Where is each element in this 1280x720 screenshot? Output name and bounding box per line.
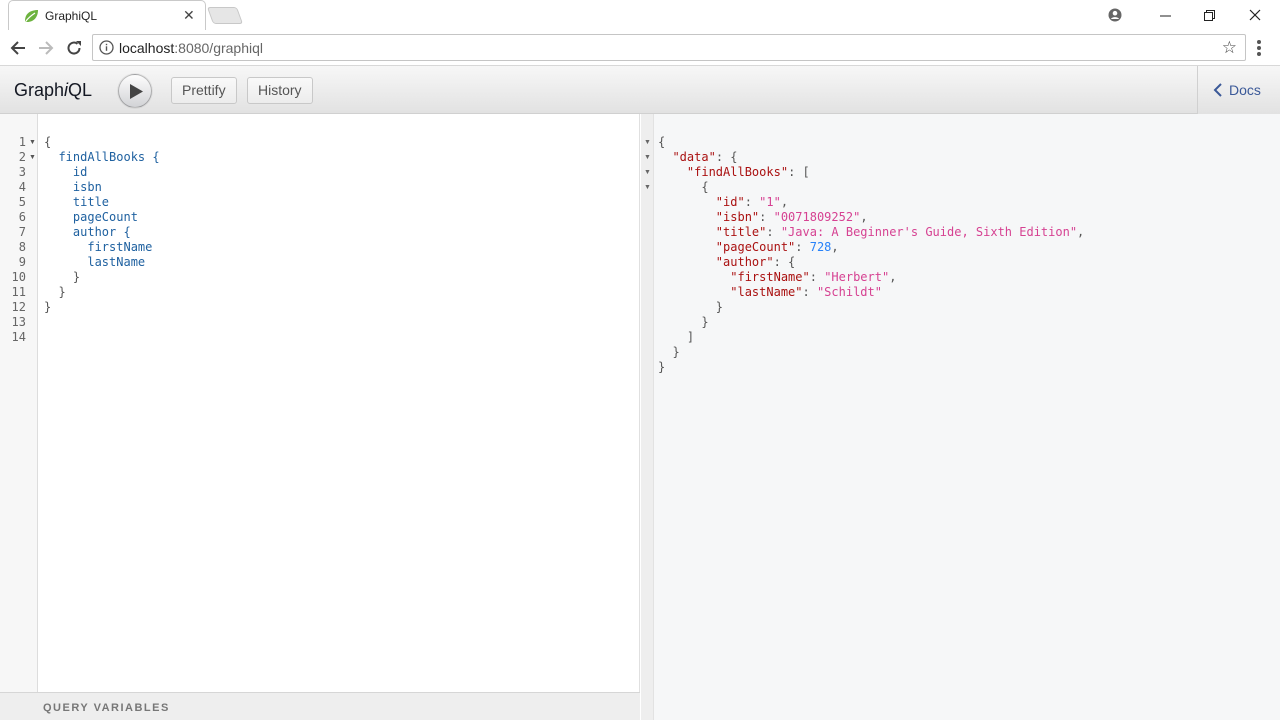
browser-menu-icon[interactable] <box>1252 38 1266 58</box>
close-icon <box>1249 9 1261 21</box>
new-tab-button[interactable] <box>206 7 244 24</box>
line-number: 13 <box>11 315 26 329</box>
line-number: 4 <box>18 180 26 194</box>
line-number-gutter: 1 2 3 4 5 6 7 8 9 10 11 12 13 14 ▼ ▼ <box>0 114 38 692</box>
prettify-button[interactable]: Prettify <box>171 77 237 104</box>
play-icon <box>130 84 143 99</box>
execute-query-button[interactable] <box>118 74 152 108</box>
window-close-button[interactable] <box>1232 0 1278 30</box>
query-line: findAllBooks { <box>58 150 160 164</box>
fold-arrow-icon[interactable]: ▼ <box>644 180 651 195</box>
line-number: 7 <box>18 225 26 239</box>
spring-leaf-icon <box>25 10 38 22</box>
history-button[interactable]: History <box>247 77 313 104</box>
graphiql-title: GraphiQL <box>14 80 92 101</box>
result-line: "title": "Java: A Beginner's Guide, Sixt… <box>715 225 1085 239</box>
profile-icon[interactable] <box>1092 0 1138 30</box>
tab-title: GraphiQL <box>45 9 98 23</box>
result-viewer[interactable]: ▼ ▼ ▼ ▼ { "data": { "findAllBooks": [ { "id… <box>641 114 1280 720</box>
reload-button[interactable] <box>62 36 86 60</box>
query-line: isbn <box>72 180 102 194</box>
docs-button[interactable]: Docs <box>1197 66 1280 114</box>
url-text[interactable]: localhost:8080/graphiql <box>119 40 263 56</box>
title-suffix: QL <box>68 80 93 100</box>
query-line: firstName <box>87 240 153 254</box>
chevron-left-icon <box>1213 83 1222 97</box>
query-line: } <box>58 285 66 299</box>
result-fold-gutter: ▼ ▼ ▼ ▼ <box>641 114 654 720</box>
line-number: 10 <box>11 270 26 284</box>
query-line: lastName <box>87 255 146 269</box>
browser-toolbar: localhost:8080/graphiql ☆ <box>0 30 1280 66</box>
tab-close-icon[interactable]: ✕ <box>183 7 195 24</box>
forward-button[interactable] <box>34 36 58 60</box>
url-host: localhost <box>119 40 175 56</box>
account-circle-icon <box>1108 8 1122 22</box>
result-line: } <box>658 360 666 374</box>
result-line: { <box>658 135 666 149</box>
query-line: { <box>44 135 52 149</box>
reload-icon <box>67 41 81 55</box>
arrow-right-icon <box>39 41 54 55</box>
query-line: id <box>72 165 88 179</box>
minimize-icon <box>1159 15 1171 16</box>
query-line: pageCount <box>72 210 138 224</box>
restore-icon <box>1203 9 1215 21</box>
result-line: { <box>701 180 709 194</box>
result-line: } <box>701 315 709 329</box>
result-line: "findAllBooks": [ <box>686 165 810 179</box>
back-button[interactable] <box>6 36 30 60</box>
result-line: "lastName": "Schildt" <box>730 285 882 299</box>
result-line: "id": "1", <box>715 195 789 209</box>
fold-arrow-icon[interactable]: ▼ <box>644 165 651 180</box>
result-line: } <box>715 300 724 314</box>
fold-arrow-icon[interactable]: ▼ <box>644 150 651 165</box>
arrow-left-icon <box>10 41 25 55</box>
query-line: } <box>72 270 81 284</box>
line-number: 8 <box>18 240 26 254</box>
result-line: "data": { <box>672 150 738 164</box>
query-editor[interactable]: 1 2 3 4 5 6 7 8 9 10 11 12 13 14 ▼ ▼ { findAllBooks { i… <box>0 114 640 720</box>
result-line: ] <box>686 330 695 344</box>
browser-tab[interactable]: GraphiQL ✕ <box>8 0 206 30</box>
address-bar[interactable]: localhost:8080/graphiql ☆ <box>92 34 1246 61</box>
bookmark-star-icon[interactable]: ☆ <box>1222 38 1237 58</box>
result-line: "pageCount": 728, <box>715 240 839 254</box>
line-number: 2 <box>18 150 26 164</box>
line-number: 12 <box>11 300 26 314</box>
line-number: 11 <box>11 285 26 299</box>
browser-tabstrip: GraphiQL ✕ <box>0 0 1280 30</box>
docs-label: Docs <box>1229 82 1261 98</box>
title-prefix: Graph <box>14 80 65 100</box>
line-number: 1 <box>18 135 26 149</box>
restore-button[interactable] <box>1186 0 1232 30</box>
fold-arrow-icon[interactable]: ▼ <box>29 150 36 165</box>
fold-arrow-icon[interactable]: ▼ <box>644 135 651 150</box>
result-line: "isbn": "0071809252", <box>715 210 868 224</box>
result-line: "author": { <box>715 255 796 269</box>
result-line: } <box>672 345 680 359</box>
query-line: author { <box>72 225 131 239</box>
query-variables-bar[interactable]: QUERY VARIABLES <box>0 692 640 720</box>
fold-arrow-icon[interactable]: ▼ <box>29 135 36 150</box>
query-variables-label: QUERY VARIABLES <box>43 702 170 714</box>
minimize-button[interactable] <box>1142 0 1188 30</box>
line-number: 9 <box>18 255 26 269</box>
query-line: } <box>44 300 52 314</box>
graphiql-topbar: GraphiQL Prettify History Docs <box>0 66 1280 114</box>
line-number: 6 <box>18 210 26 224</box>
line-number: 14 <box>11 330 26 344</box>
line-number: 5 <box>18 195 26 209</box>
result-line: "firstName": "Herbert", <box>730 270 897 284</box>
url-path: :8080/graphiql <box>174 40 264 56</box>
query-line: title <box>72 195 110 209</box>
line-number: 3 <box>18 165 26 179</box>
info-icon[interactable] <box>99 40 114 55</box>
